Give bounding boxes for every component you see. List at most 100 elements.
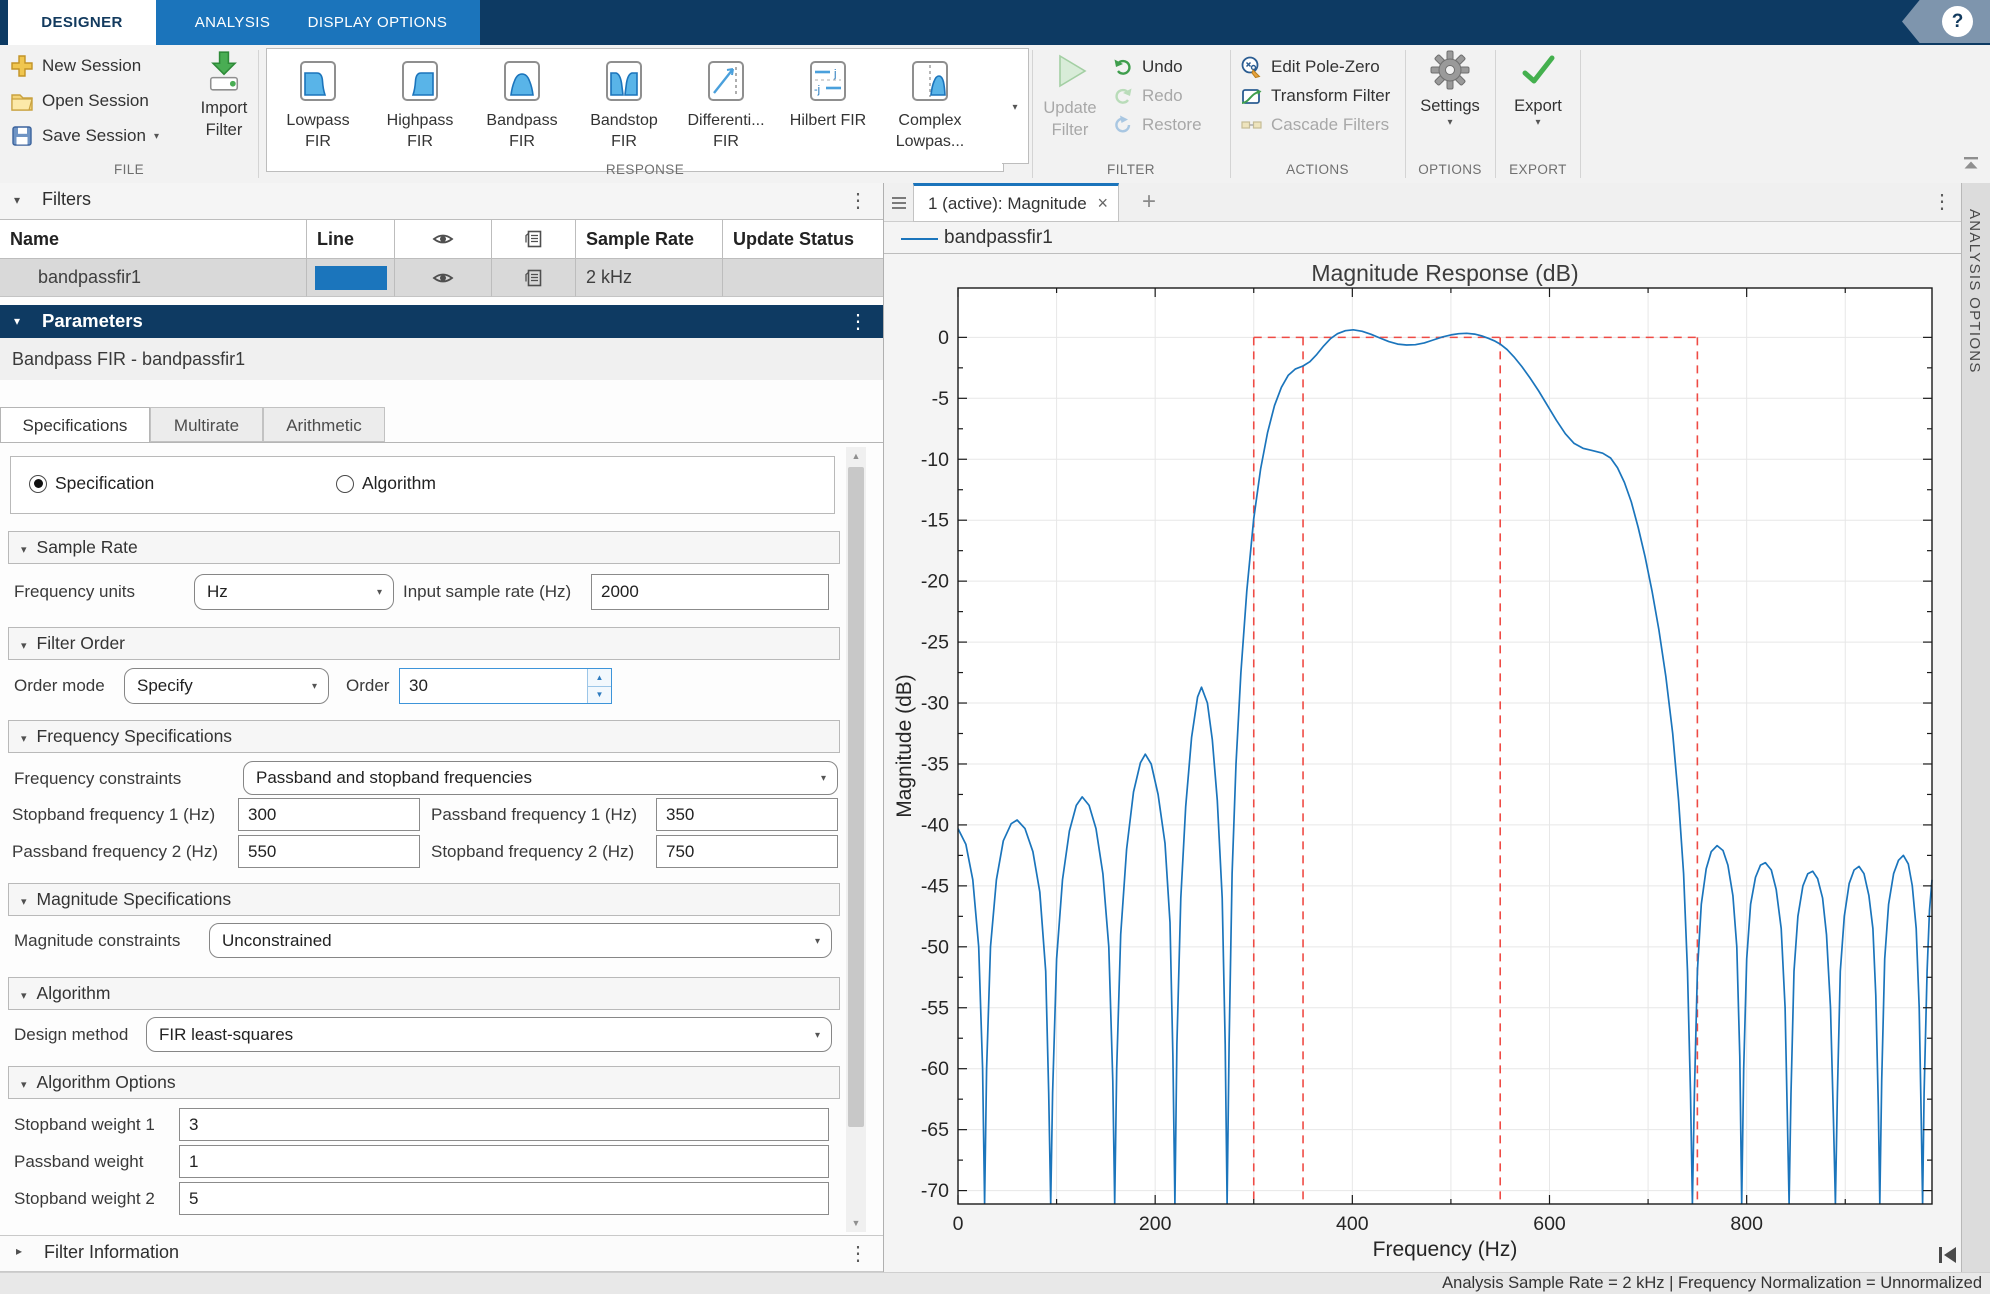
plot-tab-magnitude[interactable]: 1 (active): Magnitude × <box>913 183 1119 222</box>
scroll-down-icon[interactable]: ▼ <box>846 1214 866 1232</box>
frequency-units-dropdown[interactable]: Hz ▾ <box>194 574 394 610</box>
frequency-constraints-dropdown[interactable]: Passband and stopband frequencies ▾ <box>243 761 838 795</box>
column-sample-rate[interactable]: Sample Rate <box>576 219 723 259</box>
eye-icon <box>432 268 454 288</box>
plot-menu-icon[interactable]: ⋮ <box>1932 192 1952 212</box>
edit-pole-zero-icon <box>1240 56 1263 79</box>
column-name[interactable]: Name <box>0 219 307 259</box>
order-stepper[interactable]: 30 ▲ ▼ <box>399 668 612 704</box>
save-dropdown-icon[interactable]: ▾ <box>154 131 159 142</box>
hilbert-fir-button[interactable]: j-j Hilbert FIR <box>777 57 879 131</box>
tab-arithmetic[interactable]: Arithmetic <box>263 407 385 442</box>
section-magnitude-specifications[interactable]: ▾Magnitude Specifications <box>8 883 840 916</box>
legend-list-icon <box>524 268 544 288</box>
expand-filter-info-icon[interactable]: ▸ <box>16 1244 22 1258</box>
order-mode-dropdown[interactable]: Specify ▾ <box>124 668 329 704</box>
redo-icon <box>1112 85 1134 107</box>
redo-button[interactable]: Redo <box>1112 82 1183 110</box>
tab-analysis[interactable]: ANALYSIS <box>170 0 295 45</box>
stopband-weight2-field[interactable]: 5 <box>179 1182 829 1215</box>
collapse-section-icon: ▾ <box>21 640 27 652</box>
magnitude-constraints-dropdown[interactable]: Unconstrained ▾ <box>209 923 832 958</box>
collapse-legend-icon[interactable] <box>1937 1244 1959 1266</box>
stopband-weight1-field[interactable]: 3 <box>179 1108 829 1141</box>
filter-info-menu-icon[interactable]: ⋮ <box>848 1244 868 1264</box>
column-legend[interactable] <box>492 219 576 259</box>
collapse-filters-icon[interactable]: ▾ <box>14 193 20 207</box>
lowpass-fir-button[interactable]: Lowpass FIR <box>267 57 369 152</box>
export-button[interactable]: Export ▾ <box>1500 50 1576 128</box>
section-frequency-specifications[interactable]: ▾Frequency Specifications <box>8 720 840 753</box>
filter-legend-toggle[interactable] <box>492 259 576 297</box>
add-plot-tab-button[interactable]: + <box>1132 183 1166 222</box>
tab-display-options[interactable]: DISPLAY OPTIONS <box>295 0 460 45</box>
passband1-field[interactable]: 350 <box>656 798 838 831</box>
filter-row-bandpassfir1[interactable]: bandpassfir1 2 kHz <box>0 259 883 297</box>
column-update-status[interactable]: Update Status <box>723 219 883 259</box>
column-visibility[interactable] <box>395 219 492 259</box>
section-algorithm[interactable]: ▾Algorithm <box>8 977 840 1010</box>
section-algorithm-options[interactable]: ▾Algorithm Options <box>8 1066 840 1099</box>
radio-specification[interactable]: Specification <box>29 473 154 494</box>
passband-weight-field[interactable]: 1 <box>179 1145 829 1178</box>
design-method-dropdown[interactable]: FIR least-squares ▾ <box>146 1017 832 1052</box>
help-button[interactable]: ? <box>1942 6 1973 37</box>
filter-section-label: FILTER <box>1036 162 1226 180</box>
parameters-menu-icon[interactable]: ⋮ <box>848 312 868 332</box>
filter-information-header[interactable]: ▸ Filter Information ⋮ <box>0 1235 883 1272</box>
stopband2-field[interactable]: 750 <box>656 835 838 868</box>
scrollbar-thumb[interactable] <box>848 467 864 1127</box>
edit-pole-zero-button[interactable]: Edit Pole-Zero <box>1240 53 1380 81</box>
collapse-section-icon: ▾ <box>21 990 27 1002</box>
tab-list-icon[interactable] <box>892 196 908 210</box>
update-filter-button[interactable]: Update Filter <box>1038 50 1102 141</box>
tab-specifications[interactable]: Specifications <box>0 407 150 442</box>
parameters-panel-header[interactable]: ▾ Parameters ⋮ <box>0 305 883 338</box>
bandstop-fir-button[interactable]: Bandstop FIR <box>573 57 675 152</box>
column-line[interactable]: Line <box>307 219 395 259</box>
stepper-down-icon[interactable]: ▼ <box>588 687 611 704</box>
close-tab-icon[interactable]: × <box>1097 193 1108 214</box>
app-tab-bar: DESIGNER ANALYSIS DISPLAY OPTIONS ? <box>0 0 1990 45</box>
collapse-section-icon: ▾ <box>21 733 27 745</box>
differentiator-fir-button[interactable]: Differenti... FIR <box>675 57 777 152</box>
magnitude-response-chart[interactable]: 02004006008000-5-10-15-20-25-30-35-40-45… <box>884 252 1961 1273</box>
eye-icon <box>432 229 454 249</box>
radio-algorithm[interactable]: Algorithm <box>336 473 436 494</box>
filter-visibility-toggle[interactable] <box>395 259 492 297</box>
complex-lowpass-fir-button[interactable]: Complex Lowpas... <box>879 57 981 152</box>
save-session-button[interactable]: Save Session ▾ <box>10 122 159 150</box>
open-session-button[interactable]: Open Session <box>10 87 149 115</box>
input-sample-rate-field[interactable]: 2000 <box>591 574 829 610</box>
section-filter-order[interactable]: ▾Filter Order <box>8 627 840 660</box>
filter-line-color[interactable] <box>307 259 395 297</box>
import-filter-button[interactable]: Import Filter <box>192 50 256 141</box>
transform-filter-button[interactable]: Transform Filter <box>1240 82 1390 110</box>
dropdown-arrow-icon: ▾ <box>815 1029 820 1040</box>
collapse-section-icon: ▾ <box>21 1079 27 1091</box>
passband2-field[interactable]: 550 <box>238 835 420 868</box>
new-session-button[interactable]: New Session <box>10 52 141 80</box>
settings-button[interactable]: Settings ▾ <box>1410 50 1490 128</box>
collapse-parameters-icon[interactable]: ▾ <box>14 314 20 328</box>
bandpass-fir-button[interactable]: Bandpass FIR <box>471 57 573 152</box>
scroll-up-icon[interactable]: ▲ <box>846 447 866 465</box>
gallery-expand-button[interactable]: ▾ <box>1002 48 1029 164</box>
collapse-toolstrip-icon[interactable] <box>1962 155 1980 173</box>
stopband1-field[interactable]: 300 <box>238 798 420 831</box>
restore-button[interactable]: Restore <box>1112 111 1202 139</box>
legend-label[interactable]: bandpassfir1 <box>944 227 1053 249</box>
filters-menu-icon[interactable]: ⋮ <box>848 191 868 211</box>
undo-button[interactable]: Undo <box>1112 53 1183 81</box>
tab-designer[interactable]: DESIGNER <box>8 0 156 45</box>
filter-information-title: Filter Information <box>44 1242 179 1263</box>
tab-multirate[interactable]: Multirate <box>150 407 263 442</box>
parameters-scrollbar[interactable]: ▲ ▼ <box>846 447 866 1232</box>
analysis-options-strip[interactable]: ANALYSIS OPTIONS <box>1961 183 1990 1272</box>
cascade-filters-button[interactable]: Cascade Filters <box>1240 111 1389 139</box>
parameters-subtitle: Bandpass FIR - bandpassfir1 <box>0 338 883 380</box>
filters-panel-header[interactable]: ▾ Filters ⋮ <box>0 183 883 219</box>
stepper-up-icon[interactable]: ▲ <box>588 669 611 687</box>
highpass-fir-button[interactable]: Highpass FIR <box>369 57 471 152</box>
section-sample-rate[interactable]: ▾Sample Rate <box>8 531 840 564</box>
